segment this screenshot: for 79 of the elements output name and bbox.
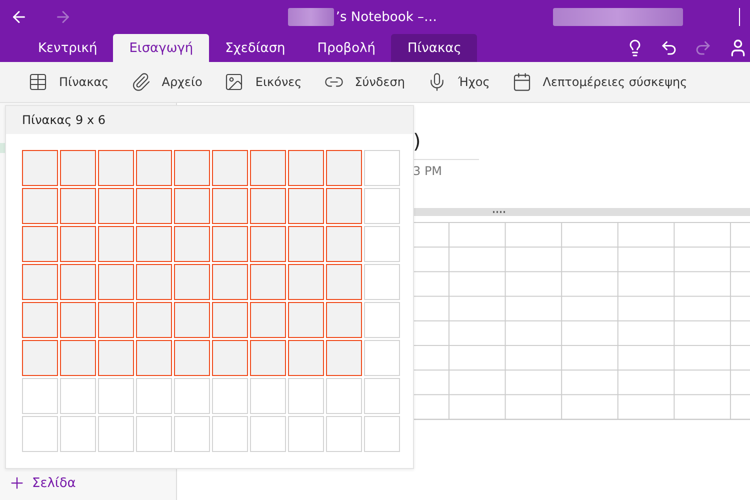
ribbon-tab[interactable]: Κεντρική xyxy=(22,34,114,62)
grid-cell[interactable] xyxy=(326,302,362,338)
grid-cell[interactable] xyxy=(98,302,134,338)
grid-cell[interactable] xyxy=(326,226,362,262)
window-title: ’s Notebook –… xyxy=(336,10,437,24)
grid-cell[interactable] xyxy=(288,150,324,186)
grid-cell[interactable] xyxy=(136,302,172,338)
grid-cell[interactable] xyxy=(22,340,58,376)
grid-cell[interactable] xyxy=(288,340,324,376)
back-icon[interactable] xyxy=(10,8,28,26)
grid-cell[interactable] xyxy=(174,188,210,224)
grid-cell[interactable] xyxy=(22,302,58,338)
grid-cell[interactable] xyxy=(98,340,134,376)
image-icon xyxy=(224,72,244,92)
grid-cell[interactable] xyxy=(22,264,58,300)
grid-cell[interactable] xyxy=(288,264,324,300)
grid-cell[interactable] xyxy=(136,188,172,224)
calendar-icon xyxy=(512,72,532,92)
grid-cell[interactable] xyxy=(98,264,134,300)
page-time: 3 PM xyxy=(413,164,444,178)
redo-icon[interactable] xyxy=(694,39,712,57)
grid-cell[interactable] xyxy=(250,302,286,338)
grid-cell[interactable] xyxy=(136,150,172,186)
grid-cell[interactable] xyxy=(174,226,210,262)
table-icon xyxy=(28,72,48,92)
ribbon-button[interactable]: Πίνακας xyxy=(28,72,109,92)
grid-cell[interactable] xyxy=(98,226,134,262)
ribbon-button[interactable]: Σύνδεση xyxy=(324,72,405,92)
grid-cell[interactable] xyxy=(288,226,324,262)
grid-cell[interactable] xyxy=(136,226,172,262)
picker-heading: Πίνακας 9 x 6 xyxy=(6,106,413,134)
ribbon-tab[interactable]: Σχεδίαση xyxy=(209,34,302,62)
grid-cell[interactable] xyxy=(174,302,210,338)
grid-cell[interactable] xyxy=(136,340,172,376)
grid-cell[interactable] xyxy=(250,188,286,224)
ribbon-button[interactable]: Ήχος xyxy=(426,72,490,92)
grid-cell[interactable] xyxy=(288,188,324,224)
grid-cell[interactable] xyxy=(174,340,210,376)
grid-cell[interactable] xyxy=(60,264,96,300)
grid-cell[interactable] xyxy=(22,150,58,186)
grid-cell[interactable] xyxy=(250,226,286,262)
grid-cell[interactable] xyxy=(212,302,248,338)
grid-cell[interactable] xyxy=(98,188,134,224)
grid-cell[interactable] xyxy=(60,188,96,224)
page-title: ) xyxy=(413,129,422,153)
grid-cell[interactable] xyxy=(288,302,324,338)
grid-cell[interactable] xyxy=(60,302,96,338)
paperclip-icon xyxy=(130,72,151,92)
grid-cell[interactable] xyxy=(326,264,362,300)
undo-icon[interactable] xyxy=(660,39,678,57)
grid-cell[interactable] xyxy=(212,264,248,300)
grid-cell[interactable] xyxy=(250,340,286,376)
grid-cell[interactable] xyxy=(136,264,172,300)
grid-cell[interactable] xyxy=(212,340,248,376)
grid-cell[interactable] xyxy=(250,150,286,186)
grid-cell[interactable] xyxy=(326,188,362,224)
redacted-block xyxy=(288,8,334,26)
grid-cell[interactable] xyxy=(22,188,58,224)
grid-cell[interactable] xyxy=(60,340,96,376)
grid-cell[interactable] xyxy=(212,150,248,186)
ribbon-button[interactable]: Λεπτομέρειες σύσκεψης xyxy=(512,72,688,92)
grid-cell[interactable] xyxy=(98,150,134,186)
add-page-button[interactable]: Σελίδα xyxy=(0,474,176,492)
grid-cell[interactable] xyxy=(212,188,248,224)
ribbon-button[interactable]: Εικόνες xyxy=(224,72,302,92)
grid-cell[interactable] xyxy=(60,150,96,186)
forward-icon[interactable] xyxy=(54,8,72,26)
grid-cell[interactable] xyxy=(250,264,286,300)
grid-cell[interactable] xyxy=(174,150,210,186)
grid-cell[interactable] xyxy=(212,226,248,262)
ribbon-tab[interactable]: Προβολή xyxy=(301,34,392,62)
grid-cell[interactable] xyxy=(60,226,96,262)
grid-cell[interactable] xyxy=(174,264,210,300)
grid-cell[interactable] xyxy=(326,150,362,186)
grid-cell[interactable] xyxy=(22,226,58,262)
grid-cell[interactable] xyxy=(326,340,362,376)
ribbon-tab[interactable]: Πίνακας xyxy=(391,34,478,62)
ribbon-tab[interactable]: Εισαγωγή xyxy=(113,34,210,62)
ribbon-button[interactable]: Αρχείο xyxy=(130,72,202,92)
